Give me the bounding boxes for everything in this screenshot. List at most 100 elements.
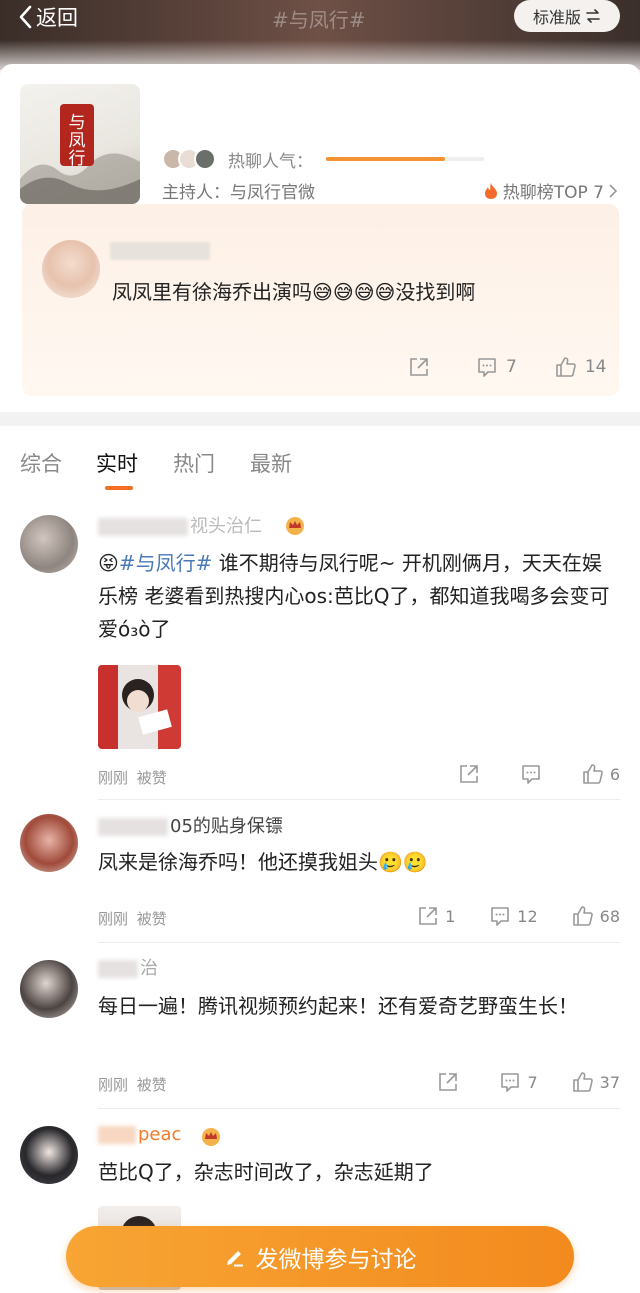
flame-icon: [484, 182, 497, 199]
swap-icon: [586, 9, 600, 23]
like-count: 14: [584, 357, 607, 377]
post-actions: 7 37: [403, 1071, 620, 1093]
participant-avatars: [162, 148, 216, 170]
thumbs-up-icon: [572, 906, 593, 926]
svg-text:凤: 凤: [69, 131, 86, 151]
post-image-art: [98, 665, 181, 749]
share-button[interactable]: [437, 1071, 465, 1093]
post-text: 每日一遍！腾讯视频预约起来！还有爱奇艺野蛮生长！: [98, 994, 578, 1018]
tab-realtime[interactable]: 实时: [96, 448, 138, 478]
comment-icon: [491, 907, 510, 926]
tab-latest[interactable]: 最新: [250, 448, 292, 478]
feed-tabs: 综合 实时 热门 最新: [0, 448, 640, 492]
comment-count: 7: [527, 1072, 538, 1092]
username[interactable]: peac: [98, 1124, 181, 1145]
post-text: 凤来是徐海乔吗！他还摸我姐头🥲🥲: [98, 850, 428, 874]
username[interactable]: 视头治仁: [98, 512, 262, 538]
share-icon: [439, 1073, 458, 1091]
avatar[interactable]: [20, 1126, 78, 1184]
post-time: 刚刚: [98, 910, 129, 928]
heat-progress-fill: [326, 157, 445, 161]
comment-icon: [522, 765, 540, 784]
crown-badge-icon: [286, 517, 304, 535]
svg-text:行: 行: [69, 149, 86, 169]
username-blurred: [98, 518, 188, 536]
thumbs-up-icon: [583, 764, 603, 784]
tab-hot[interactable]: 热门: [173, 448, 215, 478]
like-button[interactable]: 14: [555, 356, 607, 378]
post-meta: 刚刚 被赞: [98, 1074, 167, 1095]
share-button[interactable]: 1: [417, 905, 455, 927]
like-count: 37: [599, 1072, 620, 1092]
username-suffix: 视头治仁: [190, 516, 262, 537]
avatar[interactable]: [42, 240, 100, 298]
comment-button[interactable]: 7: [499, 1071, 538, 1093]
topic-title: #与凤行#: [162, 97, 275, 125]
comment-button[interactable]: 7: [476, 356, 517, 378]
repost-count: 1: [445, 906, 456, 926]
username-suffix: peac: [138, 1124, 182, 1145]
thumbs-up-icon: [556, 357, 576, 377]
tab-comprehensive[interactable]: 综合: [20, 448, 62, 478]
active-tab-indicator: [105, 486, 133, 490]
chevron-right-icon: [609, 183, 618, 198]
chevron-left-icon: [19, 5, 32, 29]
avatar[interactable]: [20, 960, 78, 1018]
standard-version-button[interactable]: 标准版: [514, 0, 620, 32]
like-button[interactable]: 37: [572, 1071, 620, 1093]
hot-discussion-text: 凤凤里有徐海乔出演吗😅😅😅😅没找到啊: [112, 280, 476, 304]
post-actions: 6: [424, 763, 620, 785]
post-image[interactable]: [98, 665, 181, 749]
post-text: 😝#与凤行# 谁不期待与凤行呢~ 开机刚俩月，天天在娱乐榜 老婆看到热搜内心os…: [98, 547, 618, 646]
hot-discussion-actions: 7 14: [408, 356, 606, 378]
avatar[interactable]: [20, 814, 78, 872]
post-weibo-button[interactable]: 发微博参与讨论: [66, 1226, 574, 1287]
liked-by: 被赞: [136, 1076, 167, 1094]
post-meta: 刚刚 被赞: [98, 767, 167, 788]
standard-version-label: 标准版: [532, 8, 581, 27]
heat-progress-bar: [326, 157, 484, 161]
post-meta: 刚刚 被赞: [98, 908, 167, 929]
liked-by: 被赞: [136, 910, 167, 928]
post-time: 刚刚: [98, 769, 129, 787]
back-label: 返回: [36, 6, 78, 30]
back-button[interactable]: 返回: [18, 2, 78, 32]
like-count: 68: [599, 906, 620, 926]
like-count: 6: [609, 764, 620, 784]
avatar: [194, 148, 216, 170]
host-label[interactable]: 主持人：与凤行官微: [162, 178, 315, 203]
comment-count: 12: [517, 906, 538, 926]
share-icon: [410, 358, 428, 376]
username-suffix: 治: [140, 958, 158, 979]
rank-link[interactable]: 热聊榜TOP 7: [483, 178, 622, 203]
pencil-icon: [226, 1250, 243, 1266]
share-button[interactable]: [408, 356, 438, 378]
cover-art: 与 凤 行: [20, 104, 140, 204]
header-title: #与凤行#: [272, 8, 366, 32]
avatar[interactable]: [20, 515, 78, 573]
topic-hashtag-link[interactable]: #与凤行#: [119, 551, 213, 575]
like-button[interactable]: 6: [582, 763, 620, 785]
svg-text:与: 与: [69, 113, 86, 133]
share-button[interactable]: [458, 763, 486, 785]
section-divider: [0, 412, 640, 426]
heat-label: 热聊人气：: [228, 152, 313, 172]
username-blurred: [98, 1126, 136, 1144]
comment-count: 7: [506, 357, 517, 377]
hot-discussion-card[interactable]: 凤凤里有徐海乔出演吗😅😅😅😅没找到啊 7 14: [22, 204, 619, 396]
divider: [98, 799, 620, 800]
emoji: 😝: [98, 551, 119, 575]
username[interactable]: 05的贴身保镖: [98, 812, 283, 838]
comment-button[interactable]: [520, 763, 548, 785]
thumbs-up-icon: [572, 1072, 593, 1092]
crown-badge-icon: [202, 1128, 220, 1146]
comment-icon: [501, 1073, 520, 1092]
comment-button[interactable]: 12: [489, 905, 538, 927]
liked-by: 被赞: [136, 769, 167, 787]
rank-label: 热聊榜TOP 7: [502, 183, 604, 203]
username-blurred: [98, 960, 138, 978]
username[interactable]: 治: [98, 954, 158, 980]
like-button[interactable]: 68: [572, 905, 620, 927]
divider: [98, 1108, 620, 1109]
topic-cover-image[interactable]: 与 凤 行: [20, 84, 140, 204]
